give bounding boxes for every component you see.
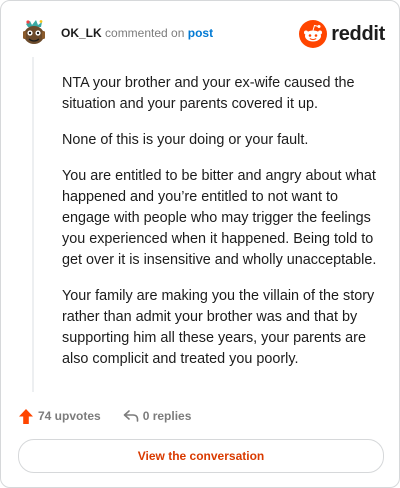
comment-paragraph: None of this is your doing or your fault…: [62, 132, 309, 148]
comment-card: OK_LK commented on post reddit NTA your …: [0, 0, 400, 488]
post-link[interactable]: post: [188, 26, 213, 40]
reddit-snoo-icon: [299, 20, 328, 48]
brand-name: reddit: [331, 22, 385, 45]
comment-body: NTA your brother and your ex-wife caused…: [62, 73, 380, 385]
comment-paragraph: You are entitled to be bitter and angry …: [62, 168, 377, 268]
username[interactable]: OK_LK: [61, 26, 102, 40]
comment-header: OK_LK commented on post reddit: [19, 14, 385, 58]
comment-paragraph: Your family are making you the villain o…: [62, 288, 375, 367]
thread-line: [32, 57, 34, 392]
reply-button[interactable]: 0 replies: [123, 409, 192, 423]
reddit-logo[interactable]: reddit: [299, 19, 385, 49]
upvote-button[interactable]: 74 upvotes: [18, 408, 101, 425]
reply-arrow-icon: [123, 410, 139, 422]
comment-paragraph: NTA your brother and your ex-wife caused…: [62, 75, 355, 112]
upvote-count: 74 upvotes: [38, 409, 101, 423]
snoo-avatar-icon: [20, 19, 48, 47]
action-text: commented on: [105, 26, 185, 40]
reply-count: 0 replies: [142, 409, 192, 423]
view-conversation-button[interactable]: View the conversation: [18, 439, 384, 473]
comment-meta: OK_LK commented on post: [61, 25, 213, 41]
upvote-arrow-icon: [19, 408, 33, 424]
comment-footer: 74 upvotes 0 replies: [18, 405, 191, 427]
user-avatar[interactable]: [19, 18, 49, 48]
